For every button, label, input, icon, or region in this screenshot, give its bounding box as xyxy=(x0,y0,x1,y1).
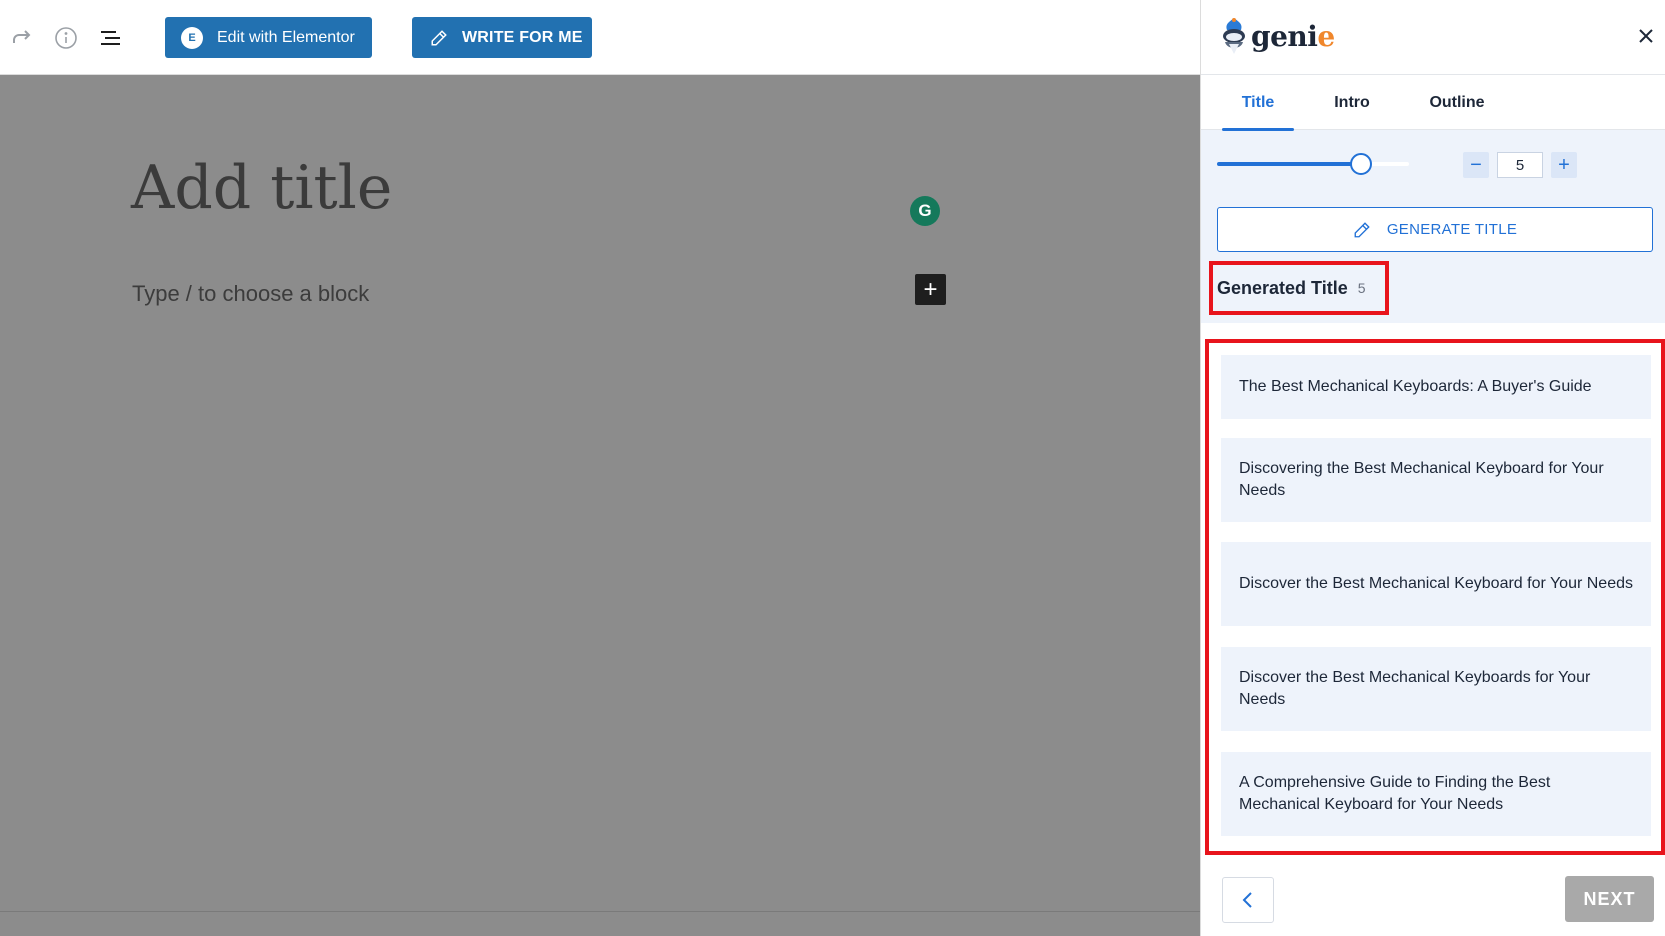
edit-with-elementor-button[interactable]: E Edit with Elementor xyxy=(165,17,372,58)
add-block-button[interactable]: + xyxy=(915,274,946,305)
result-item[interactable]: Discovering the Best Mechanical Keyboard… xyxy=(1221,438,1651,522)
back-button[interactable] xyxy=(1222,877,1274,923)
increment-button[interactable]: + xyxy=(1551,152,1577,178)
panel-footer: NEXT xyxy=(1201,868,1665,936)
genie-panel: genie Title Intro Outline − 5 + GENERATE… xyxy=(1200,0,1665,936)
title-count-slider[interactable] xyxy=(1217,153,1409,175)
redo-icon[interactable] xyxy=(8,24,36,52)
results-highlight: The Best Mechanical Keyboards: A Buyer's… xyxy=(1205,339,1665,855)
canvas-divider xyxy=(0,911,1200,912)
post-title-input[interactable]: Add title xyxy=(131,153,392,223)
edit-with-elementor-label: Edit with Elementor xyxy=(217,28,355,46)
generated-title-label: Generated Title xyxy=(1217,277,1348,298)
result-item[interactable]: Discover the Best Mechanical Keyboards f… xyxy=(1221,647,1651,731)
write-for-me-button[interactable]: WRITE FOR ME xyxy=(412,17,592,58)
generated-count: 5 xyxy=(1357,280,1366,296)
list-view-icon[interactable] xyxy=(97,24,125,52)
slider-fill xyxy=(1217,162,1361,166)
block-placeholder[interactable]: Type / to choose a block xyxy=(132,281,369,307)
grammarly-icon[interactable]: G xyxy=(910,196,940,226)
pencil-icon xyxy=(1354,221,1370,237)
write-for-me-label: WRITE FOR ME xyxy=(462,28,583,46)
tab-title[interactable]: Title xyxy=(1222,75,1294,131)
tab-intro[interactable]: Intro xyxy=(1314,75,1390,130)
panel-header: genie xyxy=(1201,0,1665,75)
generate-title-label: GENERATE TITLE xyxy=(1386,221,1518,238)
result-item[interactable]: A Comprehensive Guide to Finding the Bes… xyxy=(1221,752,1651,836)
genie-logo: genie xyxy=(1219,16,1335,56)
panel-tabs: Title Intro Outline xyxy=(1201,75,1665,131)
info-icon[interactable] xyxy=(52,24,80,52)
generated-title-heading: Generated Title 5 xyxy=(1209,261,1389,315)
editor-toolbar: E Edit with Elementor WRITE FOR ME xyxy=(0,0,1200,75)
title-count-stepper: − 5 + xyxy=(1463,152,1577,178)
generate-title-button[interactable]: GENERATE TITLE xyxy=(1217,207,1653,252)
count-input[interactable]: 5 xyxy=(1497,152,1543,178)
slider-thumb[interactable] xyxy=(1350,153,1372,175)
close-icon[interactable] xyxy=(1636,26,1658,48)
next-button[interactable]: NEXT xyxy=(1565,876,1654,922)
decrement-button[interactable]: − xyxy=(1463,152,1489,178)
tab-outline[interactable]: Outline xyxy=(1411,75,1503,130)
elementor-logo-icon: E xyxy=(181,26,203,49)
pencil-icon xyxy=(431,29,447,45)
result-item[interactable]: The Best Mechanical Keyboards: A Buyer's… xyxy=(1221,355,1651,419)
genie-mascot-icon xyxy=(1219,16,1249,56)
chevron-left-icon xyxy=(1242,892,1252,908)
genie-logo-text: genie xyxy=(1251,19,1335,53)
results-area: The Best Mechanical Keyboards: A Buyer's… xyxy=(1201,323,1665,868)
result-item[interactable]: Discover the Best Mechanical Keyboard fo… xyxy=(1221,542,1651,626)
